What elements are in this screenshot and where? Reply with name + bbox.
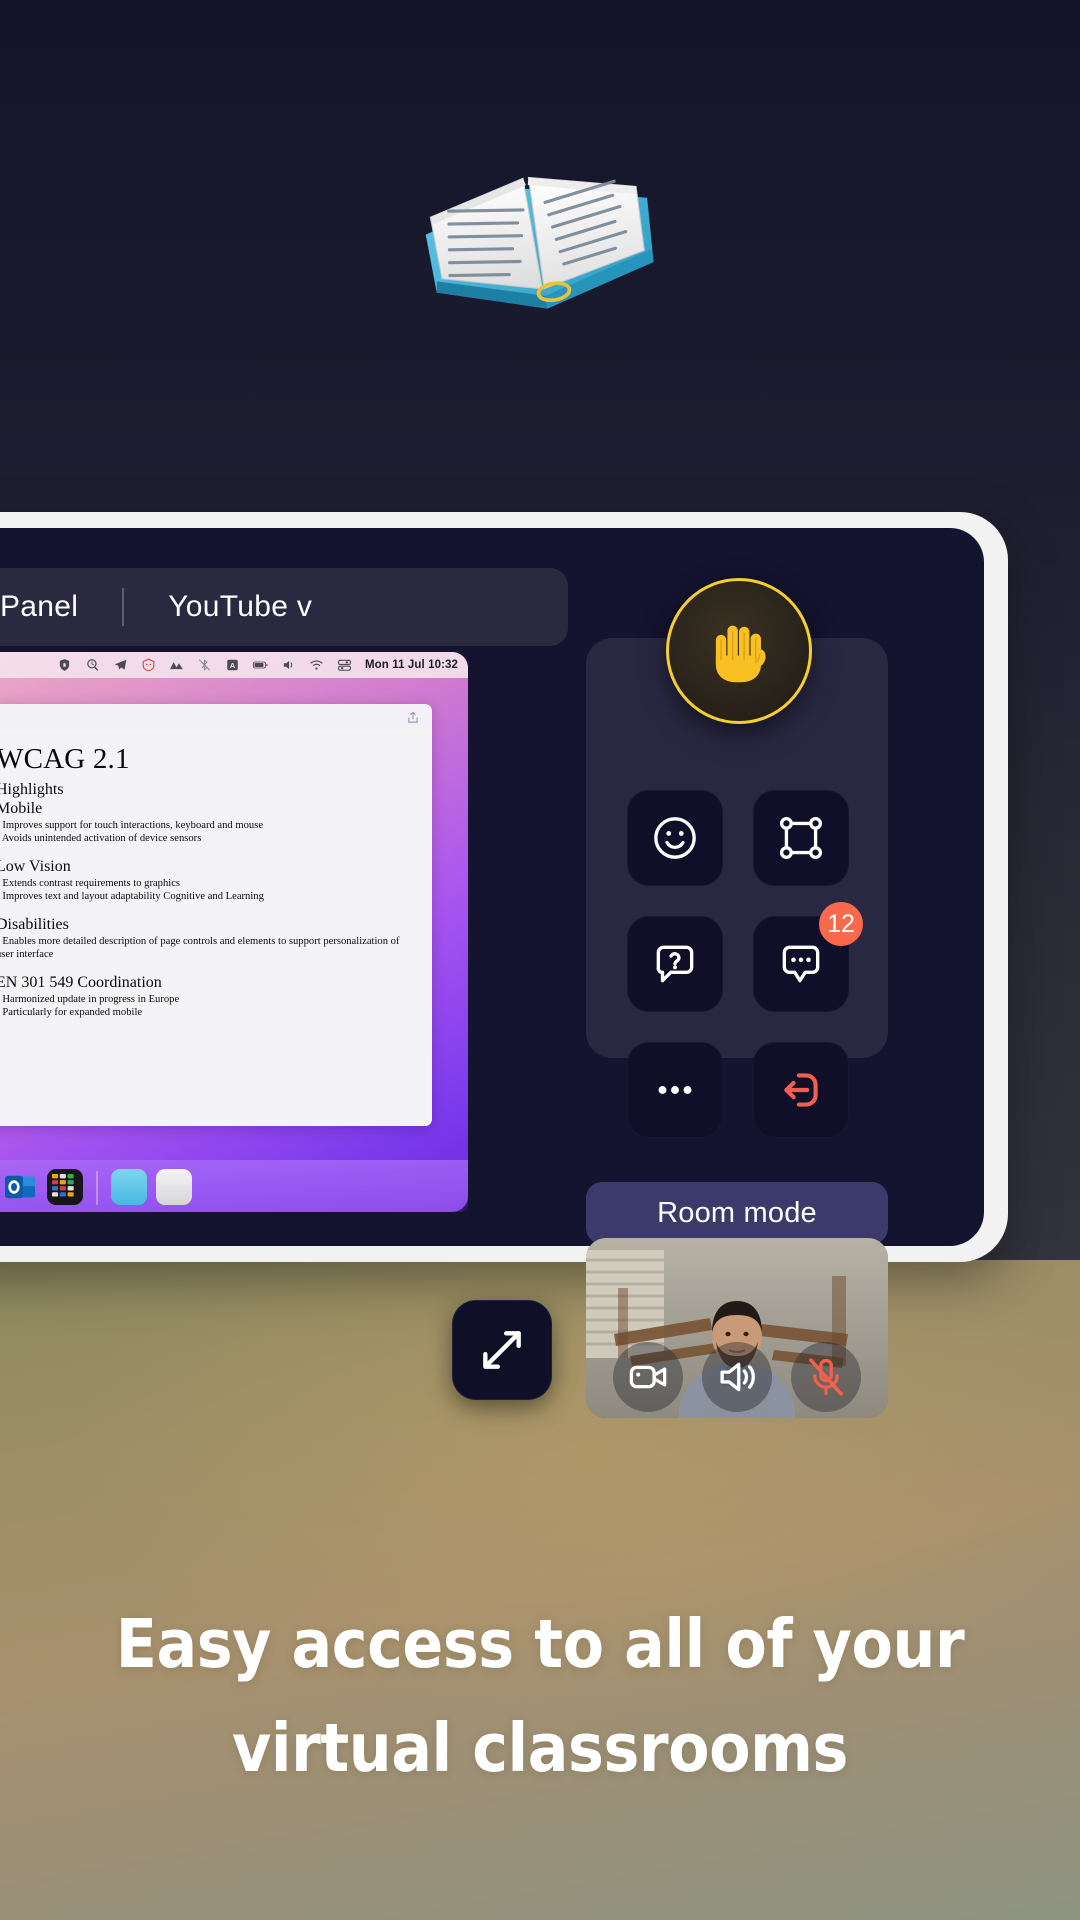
doc-bullet: • Improves support for touch interaction…: [0, 820, 264, 831]
doc-bullet: • Enables more detailed description of p…: [0, 936, 400, 960]
document-right-column: WCAG 2.1 Highlights Mobile • Improves su…: [0, 730, 432, 1126]
telegram-icon[interactable]: [113, 658, 128, 672]
malwarebytes-icon[interactable]: [141, 658, 156, 672]
expand-arrows-icon: [483, 1331, 521, 1369]
doc-bullet: • Particularly for expanded mobile: [0, 1007, 143, 1018]
tab-panel[interactable]: Panel: [0, 590, 122, 624]
chat-bubble-icon: [782, 945, 820, 983]
mountains-icon[interactable]: [169, 658, 184, 672]
video-camera-icon: [630, 1365, 667, 1389]
chat-unread-badge: 12: [819, 902, 863, 946]
question-bubble-icon: [656, 945, 694, 983]
doc-subtitle: Highlights: [0, 781, 64, 798]
dock-finder-folder[interactable]: [111, 1169, 147, 1205]
control-center-icon[interactable]: [337, 658, 352, 672]
open-book-emoji: [400, 100, 665, 330]
more-options-button[interactable]: [627, 1042, 723, 1138]
reactions-button[interactable]: [627, 790, 723, 886]
screen-share-window: A Mon 11 Jul 10:32 and other specificati…: [0, 652, 468, 1212]
self-view-controls: [586, 1332, 888, 1418]
dock-separator: [96, 1171, 98, 1205]
chat-button[interactable]: 12: [753, 902, 863, 1012]
mac-menu-bar: A Mon 11 Jul 10:32: [0, 652, 468, 678]
mac-dock: 3 JUL 11: [0, 1160, 468, 1212]
ask-question-button[interactable]: [627, 916, 723, 1012]
doc-section-heading: Low Vision: [0, 858, 71, 875]
microphone-toggle-button[interactable]: [790, 1342, 861, 1412]
doc-section-heading: Mobile: [0, 800, 43, 817]
doc-bullet: • Improves text and layout adaptability …: [0, 891, 264, 902]
doc-section-heading: Disabilities: [0, 916, 69, 933]
keyboard-layout-icon[interactable]: A: [225, 658, 240, 672]
self-view-video[interactable]: [586, 1238, 888, 1418]
svg-text:A: A: [230, 661, 236, 670]
tab-youtube-video[interactable]: YouTube v: [124, 590, 356, 624]
speaker-toggle-button[interactable]: [701, 1342, 772, 1412]
volume-icon[interactable]: [281, 658, 296, 672]
wifi-icon[interactable]: [309, 658, 324, 672]
camera-toggle-button[interactable]: [613, 1342, 684, 1412]
headline-line-1: Easy access to all of your: [115, 1605, 965, 1683]
ellipsis-icon: [658, 1086, 692, 1094]
doc-bullet: • Avoids unintended activation of device…: [0, 833, 202, 844]
breakout-rooms-button[interactable]: [753, 790, 849, 886]
shared-document: and other specifications interactions on…: [0, 704, 432, 1126]
leave-room-button[interactable]: [753, 1042, 849, 1138]
room-mode-button[interactable]: Room mode: [586, 1182, 888, 1244]
share-icon[interactable]: [406, 710, 420, 725]
mac-menu-clock: Mon 11 Jul 10:32: [365, 659, 458, 671]
expand-fullscreen-button[interactable]: [452, 1300, 552, 1400]
raise-hand-button[interactable]: [666, 578, 812, 724]
doc-bullet: • Extends contrast requirements to graph…: [0, 878, 181, 889]
speaker-icon: [720, 1362, 755, 1392]
breakout-rooms-icon: [779, 816, 823, 860]
battery-icon[interactable]: [253, 658, 268, 672]
room-mode-label: Room mode: [657, 1196, 817, 1229]
smiley-face-icon: [654, 817, 696, 859]
controls-button-grid: 12: [627, 790, 863, 1138]
raised-hand-emoji: [715, 625, 766, 683]
dock-grid-app[interactable]: [47, 1169, 83, 1205]
doc-title: WCAG 2.1: [0, 743, 130, 775]
shield-icon[interactable]: [57, 658, 72, 672]
tab-bar: Panel YouTube v: [0, 568, 568, 646]
doc-bullet: • Harmonized update in progress in Europ…: [0, 994, 180, 1005]
exit-arrow-icon: [784, 1073, 818, 1107]
dock-outlook[interactable]: [2, 1169, 38, 1205]
dock-trash[interactable]: [156, 1169, 192, 1205]
microphone-muted-icon: [808, 1358, 843, 1396]
headline: Easy access to all of your virtual class…: [54, 1592, 1026, 1800]
headline-line-2: virtual classrooms: [232, 1709, 848, 1787]
search-clock-icon[interactable]: [85, 658, 100, 672]
doc-section-heading: EN 301 549 Coordination: [0, 974, 162, 991]
bluetooth-off-icon[interactable]: [197, 658, 212, 672]
